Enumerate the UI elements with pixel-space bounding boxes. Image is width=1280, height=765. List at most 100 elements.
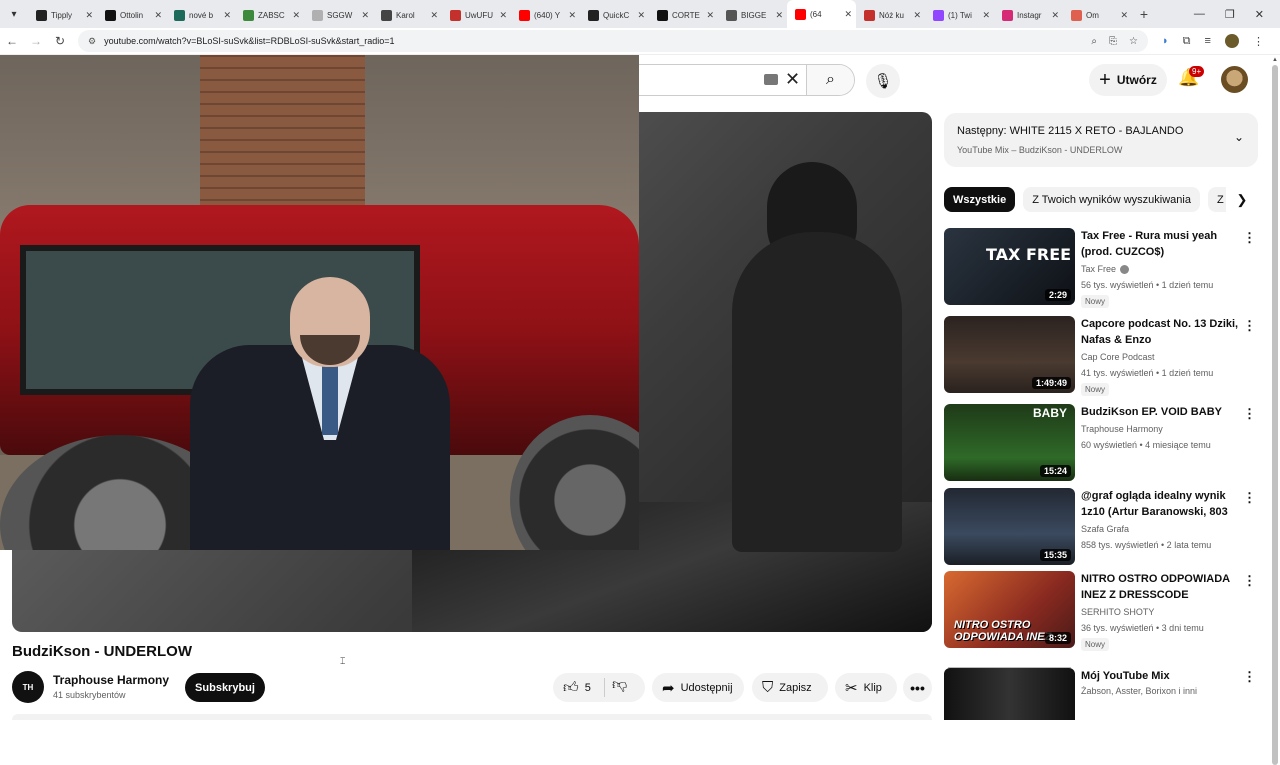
channel-avatar[interactable]: TH xyxy=(12,671,44,703)
zoom-icon[interactable]: ⌕ xyxy=(1091,36,1097,47)
more-vert-icon[interactable]: ⋮ xyxy=(1243,318,1256,334)
tab-close-icon[interactable]: ✕ xyxy=(430,10,438,21)
video-thumbnail[interactable]: BABY 15:24 xyxy=(944,404,1075,481)
clip-button[interactable]: ✂ Klip xyxy=(835,673,897,702)
save-button[interactable]: ⛉ Zapisz xyxy=(752,673,828,702)
browser-tab[interactable]: Nóż ku ✕ xyxy=(856,2,925,28)
channel-name-link[interactable]: Traphouse Harmony xyxy=(1081,424,1163,434)
video-thumbnail[interactable]: TAX FREE 2:29 xyxy=(944,228,1075,305)
recommendation-item[interactable]: NITRO OSTRO ODPOWIADA INEZ 8:32 NITRO OS… xyxy=(944,571,1258,651)
overlay-video-frame[interactable] xyxy=(0,55,639,550)
create-button[interactable]: + Utwórz xyxy=(1089,64,1167,96)
channel-name[interactable]: Traphouse Harmony xyxy=(53,673,169,687)
microphone-icon[interactable]: 🎙 xyxy=(866,64,900,98)
puzzle-icon[interactable]: ⧉ xyxy=(1183,35,1191,48)
tab-close-icon[interactable]: ✕ xyxy=(1120,10,1128,21)
video-title-link[interactable]: Capcore podcast No. 13 Dziki, Nafas & En… xyxy=(1081,316,1239,348)
notifications-bell-icon[interactable]: 🔔 9+ xyxy=(1178,66,1205,88)
tab-close-icon[interactable]: ✕ xyxy=(154,10,162,21)
browser-tab[interactable]: UwUFU ✕ xyxy=(442,2,511,28)
recommendation-item[interactable]: TAX FREE 2:29 Tax Free - Rura musi yeah … xyxy=(944,228,1258,308)
share-button[interactable]: ➦ Udostępnij xyxy=(652,673,744,702)
more-actions-button[interactable]: ••• xyxy=(903,673,932,702)
browser-tab[interactable]: SGGW ✕ xyxy=(304,2,373,28)
video-title-link[interactable]: NITRO OSTRO ODPOWIADA INEZ Z DRESSCODE xyxy=(1081,571,1239,603)
browser-tab[interactable]: Ottolin ✕ xyxy=(97,2,166,28)
browser-tab[interactable]: (1) Twi ✕ xyxy=(925,2,994,28)
scroll-up-icon[interactable]: ▲ xyxy=(1272,57,1278,63)
next-video-title[interactable]: Następny: WHITE 2115 X RETO - BAJLANDO xyxy=(957,125,1183,137)
channel-name-link[interactable]: Żabson, Asster, Borixon i inni xyxy=(1081,686,1197,696)
tab-close-icon[interactable]: ✕ xyxy=(775,10,783,21)
video-thumbnail[interactable]: 1:49:49 xyxy=(944,316,1075,393)
browser-tab[interactable]: Om ✕ xyxy=(1063,2,1132,28)
profile-avatar[interactable] xyxy=(1224,34,1239,48)
tab-close-icon[interactable]: ✕ xyxy=(844,9,852,20)
address-bar[interactable]: ⚙ youtube.com/watch?v=BLoSI-suSvk&list=R… xyxy=(78,30,1148,52)
tab-close-icon[interactable]: ✕ xyxy=(361,10,369,21)
tab-close-icon[interactable]: ✕ xyxy=(499,10,507,21)
browser-tab[interactable]: (640) Y ✕ xyxy=(511,2,580,28)
restore-icon[interactable]: ❐ xyxy=(1225,8,1235,21)
search-icon[interactable]: ⌕ xyxy=(806,65,854,95)
browser-tab[interactable]: nové b ✕ xyxy=(166,2,235,28)
extension-icon[interactable]: ◗ xyxy=(1162,35,1169,47)
recommendation-item[interactable]: BABY 15:24 BudziKson EP. VOID BABY Traph… xyxy=(944,404,1258,482)
video-title-link[interactable]: Mój YouTube Mix xyxy=(1081,668,1239,684)
video-thumbnail[interactable] xyxy=(944,668,1075,720)
url-text[interactable]: youtube.com/watch?v=BLoSI-suSvk&list=RDB… xyxy=(104,36,1091,46)
browser-tab[interactable]: Tipply ✕ xyxy=(28,2,97,28)
subscribe-button[interactable]: Subskrybuj xyxy=(185,673,265,702)
browser-tab[interactable]: ZABSC ✕ xyxy=(235,2,304,28)
page-scrollbar[interactable]: ▲ xyxy=(1270,55,1280,765)
reload-icon[interactable]: ↻ xyxy=(48,34,72,48)
more-vert-icon[interactable]: ⋮ xyxy=(1243,406,1256,422)
video-title-link[interactable]: Tax Free - Rura musi yeah (prod. CUZCO$) xyxy=(1081,228,1239,260)
back-icon[interactable]: ← xyxy=(0,34,24,48)
chevron-down-icon[interactable]: ⌄ xyxy=(1234,130,1244,144)
chip-from-search[interactable]: Z Twoich wyników wyszukiwania xyxy=(1023,187,1200,212)
video-thumbnail[interactable]: 15:35 xyxy=(944,488,1075,565)
browser-tab[interactable]: QuickC ✕ xyxy=(580,2,649,28)
browser-tab[interactable]: Karol ✕ xyxy=(373,2,442,28)
tab-close-icon[interactable]: ✕ xyxy=(568,10,576,21)
channel-name-link[interactable]: Cap Core Podcast xyxy=(1081,352,1155,362)
tab-close-icon[interactable]: ✕ xyxy=(85,10,93,21)
video-thumbnail[interactable]: NITRO OSTRO ODPOWIADA INEZ 8:32 xyxy=(944,571,1075,648)
browser-tab[interactable]: Instagr ✕ xyxy=(994,2,1063,28)
browser-menu-icon[interactable]: ⋮ xyxy=(1253,35,1264,48)
browser-tab[interactable]: CORTE ✕ xyxy=(649,2,718,28)
more-vert-icon[interactable]: ⋮ xyxy=(1243,490,1256,506)
tab-close-icon[interactable]: ✕ xyxy=(982,10,990,21)
browser-tab[interactable]: (64 ✕ xyxy=(787,0,856,28)
reading-list-icon[interactable]: ≡ xyxy=(1205,35,1211,47)
tab-close-icon[interactable]: ✕ xyxy=(706,10,714,21)
recommendation-item[interactable]: 15:35 @graf ogląda idealny wynik 1z10 (A… xyxy=(944,488,1258,566)
tab-close-icon[interactable]: ✕ xyxy=(1051,10,1059,21)
thumbs-down-icon[interactable]: 👎︎ xyxy=(612,676,627,694)
channel-name-link[interactable]: Szafa Grafa xyxy=(1081,524,1129,534)
keyboard-icon[interactable] xyxy=(764,74,778,85)
clear-search-icon[interactable]: ✕ xyxy=(785,69,800,90)
more-vert-icon[interactable]: ⋮ xyxy=(1243,669,1256,685)
chip-all[interactable]: Wszystkie xyxy=(944,187,1016,212)
tab-search-icon[interactable]: ▾ xyxy=(0,0,28,28)
tab-close-icon[interactable]: ✕ xyxy=(292,10,300,21)
up-next-panel[interactable]: Następny: WHITE 2115 X RETO - BAJLANDO Y… xyxy=(944,113,1258,167)
scrollbar-thumb[interactable] xyxy=(1272,65,1278,765)
bookmark-star-icon[interactable]: ☆ xyxy=(1129,36,1138,47)
video-title-link[interactable]: BudziKson EP. VOID BABY xyxy=(1081,404,1239,420)
video-title-link[interactable]: @graf ogląda idealny wynik 1z10 (Artur B… xyxy=(1081,488,1239,520)
account-avatar[interactable] xyxy=(1221,66,1248,93)
close-window-icon[interactable]: ✕ xyxy=(1255,8,1264,21)
minimize-icon[interactable]: — xyxy=(1194,8,1205,21)
search-box[interactable]: ✕ ⌕ xyxy=(639,64,855,96)
recommendation-item[interactable]: Mój YouTube Mix Żabson, Asster, Borixon … xyxy=(944,667,1258,720)
chevron-right-icon[interactable]: ❯ xyxy=(1226,187,1258,213)
forward-icon[interactable]: → xyxy=(24,34,48,48)
channel-name-link[interactable]: Tax Free xyxy=(1081,264,1130,275)
more-vert-icon[interactable]: ⋮ xyxy=(1243,230,1256,246)
channel-name-link[interactable]: SERHITO SHOTY xyxy=(1081,607,1154,617)
tab-close-icon[interactable]: ✕ xyxy=(223,10,231,21)
browser-tab[interactable]: BIGGE ✕ xyxy=(718,2,787,28)
